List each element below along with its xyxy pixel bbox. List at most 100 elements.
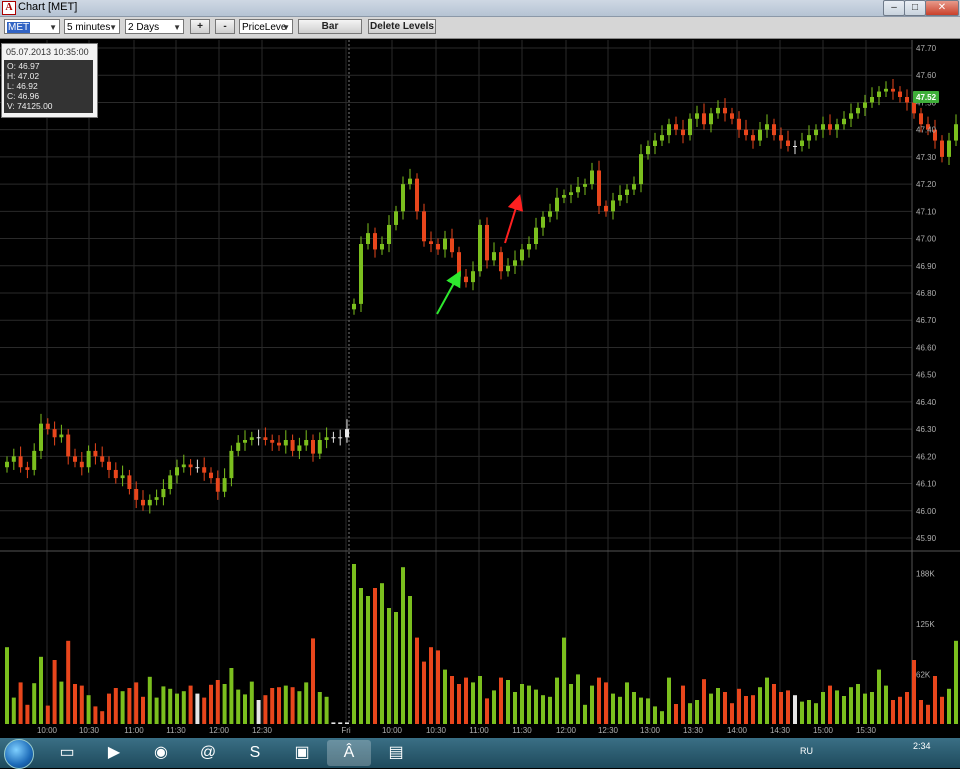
- volume-bar: [506, 680, 510, 724]
- volume-bar: [737, 688, 741, 724]
- mail-agent-icon[interactable]: @: [186, 740, 230, 766]
- volume-bar: [366, 596, 370, 724]
- candle-body: [611, 200, 615, 212]
- price-volume-chart[interactable]: 47.7047.6047.5047.4047.3047.2047.1047.00…: [0, 38, 960, 738]
- symbol-select[interactable]: MET ▼: [4, 19, 60, 34]
- candle-body: [597, 170, 601, 206]
- candle-body: [249, 437, 254, 440]
- tray-clock[interactable]: 2:34: [913, 741, 931, 751]
- close-button[interactable]: ✕: [925, 0, 959, 16]
- chart-toolbar: MET ▼ 5 minutes ▼ 2 Days ▼ + - PriceLeve…: [0, 17, 960, 39]
- volume-bar: [11, 697, 16, 724]
- price-tick-label: 47.10: [916, 207, 937, 216]
- candle-body: [195, 467, 200, 469]
- volume-bar: [277, 687, 281, 724]
- candle-body: [317, 440, 322, 454]
- candle-body: [79, 461, 84, 468]
- time-tick-label: 11:00: [124, 726, 144, 735]
- candle-body: [590, 170, 594, 185]
- time-tick-label: 10:30: [79, 726, 100, 735]
- minimize-button[interactable]: –: [883, 0, 905, 16]
- candle-body: [891, 88, 895, 92]
- time-tick-label: 10:00: [37, 726, 58, 735]
- interval-value: 5 minutes: [67, 22, 111, 33]
- range-value: 2 Days: [128, 22, 160, 33]
- time-tick-label: 13:30: [683, 726, 704, 735]
- volume-bar: [408, 596, 412, 724]
- trading-app-icon[interactable]: Â: [327, 740, 371, 766]
- volume-bar: [660, 711, 664, 724]
- volume-bar: [800, 701, 804, 724]
- delete-levels-button[interactable]: Delete Levels: [368, 19, 436, 34]
- candle-body: [154, 497, 159, 500]
- price-tick-label: 47.60: [916, 71, 937, 80]
- volume-bar: [195, 693, 200, 724]
- price-tick-label: 46.40: [916, 398, 937, 407]
- candle-body: [127, 475, 132, 489]
- window-titlebar: A Chart [MET] – □ ✕: [0, 0, 960, 17]
- indicator-select[interactable]: PriceLeve ▼: [239, 19, 293, 34]
- volume-bar: [113, 688, 118, 724]
- zoom-out-button[interactable]: -: [215, 19, 235, 34]
- media-player-icon[interactable]: ▶: [92, 740, 136, 766]
- candle-body: [919, 113, 923, 125]
- volume-bar: [415, 637, 419, 724]
- bar-button[interactable]: Bar: [298, 19, 362, 34]
- candle-body: [485, 224, 489, 261]
- candle-body: [758, 129, 762, 141]
- green-arrow: [436, 270, 461, 315]
- candle-body: [429, 241, 433, 244]
- info-open: O: 46.97: [7, 61, 40, 71]
- zoom-in-button[interactable]: +: [190, 19, 210, 34]
- volume-bar: [297, 691, 302, 724]
- candle-body: [492, 252, 496, 261]
- volume-bar: [681, 685, 685, 724]
- candle-body: [457, 252, 461, 277]
- start-button[interactable]: [4, 739, 34, 769]
- window-icon[interactable]: ▣: [280, 740, 324, 766]
- candle-body: [779, 135, 783, 141]
- volume-bar: [32, 683, 37, 724]
- chrome-icon[interactable]: ◉: [139, 740, 183, 766]
- candle-body: [618, 195, 622, 201]
- candle-body: [222, 478, 227, 492]
- skype-icon[interactable]: S: [233, 740, 277, 766]
- volume-bar: [604, 682, 608, 724]
- volume-bar: [436, 650, 440, 724]
- time-tick-label: 15:30: [856, 726, 877, 735]
- volume-bar: [793, 695, 797, 724]
- candle-body: [667, 124, 671, 136]
- volume-bar: [202, 697, 207, 724]
- candle-body: [141, 499, 145, 506]
- price-tick-label: 46.10: [916, 480, 937, 489]
- volume-bar: [555, 677, 559, 724]
- volume-bar: [828, 685, 832, 724]
- candle-body: [681, 129, 685, 136]
- candle-body: [807, 135, 811, 141]
- volume-bar: [134, 682, 139, 724]
- volume-bar: [45, 705, 50, 724]
- volume-tick-label: 125K: [916, 620, 935, 629]
- chart-area[interactable]: 47.7047.6047.5047.4047.3047.2047.1047.00…: [0, 38, 960, 738]
- interval-select[interactable]: 5 minutes ▼: [64, 19, 120, 34]
- range-select[interactable]: 2 Days ▼: [125, 19, 184, 34]
- candle-body: [277, 442, 281, 446]
- candle-body: [73, 456, 77, 462]
- volume-bar: [127, 688, 132, 724]
- folder-icon[interactable]: ▭: [45, 740, 89, 766]
- candle-body: [800, 140, 804, 146]
- candle-body: [366, 233, 370, 244]
- book-icon[interactable]: ▤: [374, 740, 418, 766]
- volume-bar: [534, 689, 538, 724]
- candle-body: [835, 124, 839, 130]
- time-tick-label: 13:00: [640, 726, 661, 735]
- red-arrow: [504, 194, 524, 244]
- price-tick-label: 47.40: [916, 126, 937, 135]
- language-indicator[interactable]: RU: [800, 746, 813, 756]
- candle-body: [744, 129, 748, 136]
- maximize-button[interactable]: □: [904, 0, 926, 16]
- volume-bar: [290, 687, 295, 724]
- candle-body: [229, 450, 234, 479]
- volume-bar: [249, 681, 254, 724]
- volume-bar: [702, 679, 706, 724]
